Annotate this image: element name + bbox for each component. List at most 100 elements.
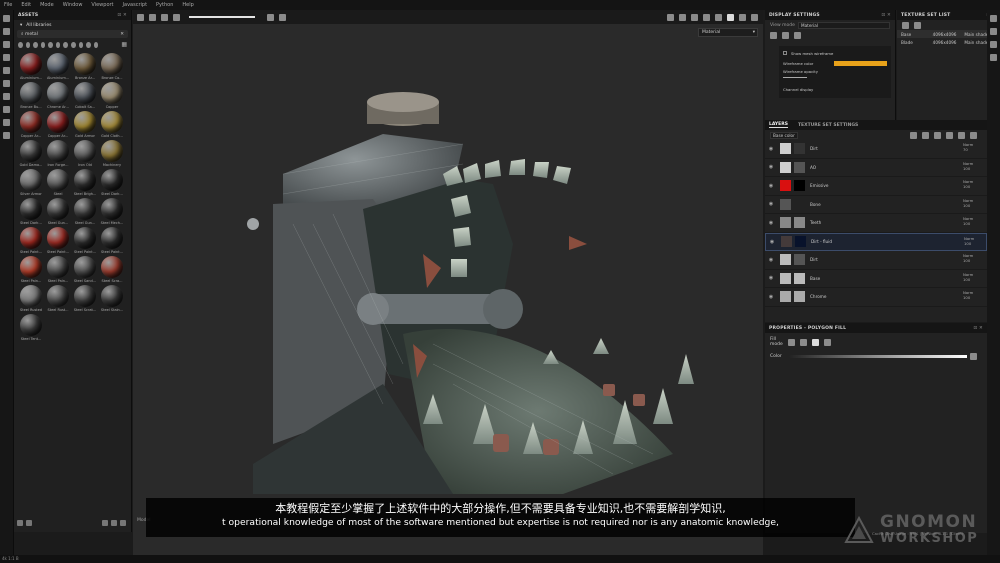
wireframe-color-swatch[interactable] — [834, 60, 887, 66]
viewer-settings-icon[interactable] — [794, 31, 801, 39]
material-thumbnail[interactable]: Steel Gun... — [45, 198, 71, 225]
settings-icon[interactable] — [111, 520, 117, 526]
filter-smart-materials-icon[interactable] — [33, 41, 38, 48]
eye-icon[interactable]: ◉ — [767, 275, 775, 281]
texture-set-row[interactable]: Blade 4096x4096 Main shader — [897, 38, 1000, 46]
color-slider[interactable] — [789, 354, 968, 358]
material-thumbnail[interactable]: Aluminium... — [18, 53, 44, 80]
polygon-fill-icon[interactable] — [3, 54, 10, 61]
symmetry-icon[interactable] — [137, 13, 144, 21]
layer-row[interactable]: ◉ Dirt - fluid Norm 100 — [765, 232, 987, 251]
menu-item-edit[interactable]: Edit — [21, 2, 31, 8]
material-thumbnail[interactable]: Machinery — [99, 140, 125, 167]
mask-thumbnail[interactable] — [794, 291, 805, 303]
opacity-slider[interactable] — [783, 77, 807, 78]
material-thumbnail[interactable]: Gold Damo... — [18, 140, 44, 167]
mask-thumbnail[interactable] — [794, 198, 805, 210]
display-icon[interactable] — [990, 28, 997, 35]
import-icon[interactable] — [17, 520, 23, 526]
layer-row[interactable]: ◉ Dirt Norm 70 — [765, 140, 987, 159]
camera-settings-icon[interactable] — [782, 31, 789, 39]
material-thumbnail[interactable]: Steel Pain... — [18, 256, 44, 283]
material-thumbnail[interactable]: Steel Paint... — [18, 227, 44, 254]
grid-view-icon[interactable]: ▦ — [121, 41, 127, 48]
layer-blend[interactable]: Norm 100 — [964, 236, 974, 246]
material-thumbnail[interactable]: Steel Tent... — [18, 314, 44, 341]
layer-blend[interactable]: Norm 70 — [963, 142, 973, 152]
clone-icon[interactable] — [3, 80, 10, 87]
channel-dropdown[interactable]: Base color — [770, 131, 798, 139]
material-thumbnail[interactable]: Cobalt Sa... — [72, 82, 98, 109]
material-thumbnail[interactable]: Copper Ar... — [45, 111, 71, 138]
layer-blend[interactable]: Norm 100 — [963, 272, 973, 282]
clear-icon[interactable]: ✕ — [120, 32, 124, 37]
add-folder-icon[interactable] — [958, 131, 965, 139]
add-mask-icon[interactable] — [922, 131, 929, 139]
screenshot-icon[interactable] — [715, 13, 722, 21]
eye-icon[interactable]: ◉ — [767, 146, 775, 152]
add-fill-layer-icon[interactable] — [934, 131, 941, 139]
material-thumbnail[interactable]: Steel Stain... — [99, 285, 125, 312]
menu-item-javascript[interactable]: Javascript — [123, 2, 148, 8]
filter-filters-icon[interactable] — [63, 41, 69, 48]
menu-item-window[interactable]: Window — [63, 2, 83, 8]
environment-icon[interactable] — [770, 31, 777, 39]
panel-controls-icon[interactable]: ⊡ ✕ — [881, 13, 891, 18]
material-thumbnail[interactable]: Bronze Co... — [99, 53, 125, 80]
grid-toggle-icon[interactable] — [173, 13, 180, 21]
material-thumbnail[interactable]: Steel Rusted — [18, 285, 44, 312]
layer-opacity[interactable]: 100 — [963, 166, 970, 171]
view-mode-dropdown[interactable]: Material — [798, 21, 890, 29]
eye-icon[interactable]: ◉ — [767, 220, 775, 226]
material-thumbnail[interactable]: Steel Dark... — [18, 198, 44, 225]
pause-icon[interactable] — [667, 13, 674, 21]
eraser-icon[interactable] — [3, 28, 10, 35]
layer-opacity[interactable]: 100 — [963, 184, 970, 189]
layer-blend[interactable]: Norm 100 — [963, 290, 973, 300]
eye-icon[interactable]: ◉ — [767, 201, 775, 207]
layer-opacity[interactable]: 100 — [963, 295, 970, 300]
layer-row[interactable]: ◉ Base Norm 100 — [765, 270, 987, 288]
material-thumbnail[interactable]: Steel Paint... — [72, 227, 98, 254]
mask-thumbnail[interactable] — [794, 143, 805, 155]
bake-mode-icon[interactable] — [739, 13, 746, 21]
layer-opacity[interactable]: 100 — [963, 277, 970, 282]
paint-brush-icon[interactable] — [3, 15, 10, 22]
eye-icon[interactable]: ◉ — [768, 239, 776, 245]
checkbox[interactable] — [783, 51, 787, 55]
mask-thumbnail[interactable] — [794, 180, 805, 192]
layer-row[interactable]: ◉ Bone Norm 100 — [765, 196, 987, 214]
tab-layers[interactable]: LAYERS — [769, 122, 788, 128]
material-thumbnail[interactable]: Steel Scra... — [99, 256, 125, 283]
layer-opacity[interactable]: 100 — [964, 241, 971, 246]
filter-alphas-icon[interactable] — [48, 41, 53, 48]
uv-chunk-fill-icon[interactable] — [824, 338, 831, 346]
material-thumbnail[interactable]: Chrome Ar... — [45, 82, 71, 109]
refresh-icon[interactable] — [102, 520, 108, 526]
menu-item-help[interactable]: Help — [182, 2, 193, 8]
lock-icon[interactable] — [914, 21, 921, 29]
layer-blend[interactable]: Norm 100 — [963, 179, 973, 189]
mask-thumbnail[interactable] — [794, 161, 805, 173]
material-thumbnail[interactable]: Steel Paint... — [99, 227, 125, 254]
texture-set-icon[interactable] — [990, 15, 997, 22]
folder-icon[interactable] — [26, 520, 32, 526]
opacity-slider[interactable] — [189, 16, 255, 18]
eye-icon[interactable]: ◉ — [767, 257, 775, 263]
tab-texture-set-settings[interactable]: TEXTURE SET SETTINGS — [798, 123, 858, 128]
picker-icon[interactable] — [3, 93, 10, 100]
export-icon[interactable] — [120, 520, 126, 526]
material-thumbnail[interactable]: Steel Brigh... — [72, 169, 98, 196]
material-thumbnail[interactable]: Steel — [45, 169, 71, 196]
layer-opacity[interactable]: 100 — [963, 258, 970, 263]
material-thumbnail[interactable]: Gold Cloth... — [99, 111, 125, 138]
filter-materials-icon[interactable] — [25, 41, 31, 48]
material-thumbnail[interactable]: Bronze Ar... — [72, 53, 98, 80]
material-thumbnail[interactable]: Steel Rust... — [45, 285, 71, 312]
assets-panel-icon[interactable] — [3, 119, 10, 126]
material-thumbnail[interactable]: Bronze Bu... — [18, 82, 44, 109]
history-icon[interactable] — [990, 54, 997, 61]
layer-blend[interactable]: Norm 100 — [963, 216, 973, 226]
filter-tools-icon[interactable] — [86, 41, 91, 48]
color-reset-icon[interactable] — [970, 352, 977, 360]
